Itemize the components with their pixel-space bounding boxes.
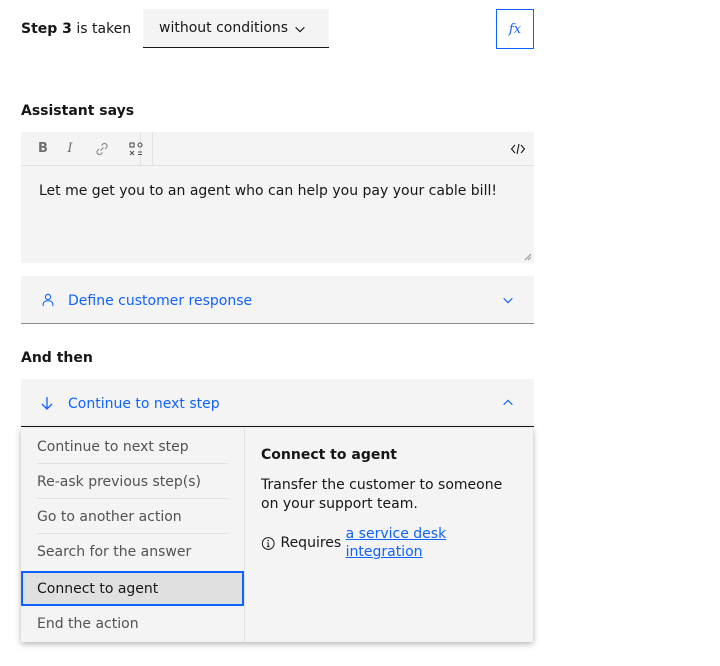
- assistant-message-text[interactable]: Let me get you to an agent who can help …: [39, 182, 497, 200]
- option-label: Search for the answer: [37, 543, 192, 560]
- editor-toolbar: B I: [21, 132, 534, 166]
- info-icon: [261, 536, 275, 550]
- chevron-down-icon: [295, 26, 305, 33]
- option-go-to-another-action[interactable]: Go to another action: [21, 499, 244, 534]
- step-label-rest: is taken: [71, 21, 132, 37]
- italic-button[interactable]: I: [54, 132, 86, 165]
- condition-select[interactable]: without conditions: [143, 9, 329, 48]
- option-re-ask-previous-steps[interactable]: Re-ask previous step(s): [21, 464, 244, 499]
- option-detail-panel: Connect to agent Transfer the customer t…: [261, 446, 521, 561]
- define-customer-response-label: Define customer response: [68, 293, 253, 309]
- fx-button[interactable]: fx: [496, 9, 534, 49]
- arrow-down-icon: [41, 397, 53, 410]
- code-icon: [510, 143, 526, 154]
- code-view-button[interactable]: [502, 132, 534, 165]
- option-detail-title: Connect to agent: [261, 447, 397, 463]
- define-customer-response[interactable]: Define customer response: [21, 276, 534, 324]
- condition-select-value: without conditions: [159, 20, 289, 36]
- insert-variable-button[interactable]: [120, 132, 152, 165]
- function-icon: fx: [508, 21, 522, 37]
- assistant-says-heading: Assistant says: [21, 103, 135, 119]
- bold-icon: B: [38, 141, 48, 156]
- option-label: Re-ask previous step(s): [37, 473, 202, 490]
- next-step-dropdown[interactable]: Continue to next step: [21, 379, 534, 427]
- step-condition-label: Step 3 is taken: [21, 20, 131, 38]
- option-label: Go to another action: [37, 508, 182, 525]
- service-desk-integration-link[interactable]: a service desk integration: [346, 525, 521, 561]
- and-then-heading: And then: [21, 350, 93, 366]
- option-search-for-the-answer[interactable]: Search for the answer: [21, 534, 244, 569]
- italic-icon: I: [67, 141, 73, 156]
- option-label: Connect to agent: [37, 580, 159, 597]
- option-label: Continue to next step: [37, 438, 189, 455]
- option-continue-to-next-step[interactable]: Continue to next step: [21, 429, 244, 464]
- assistant-message-editor[interactable]: B I Let me get you to an agent who can h…: [21, 132, 534, 263]
- variable-icon: [129, 141, 143, 155]
- chevron-down-icon: [503, 297, 513, 304]
- option-label: End the action: [37, 615, 139, 632]
- user-icon: [42, 293, 54, 307]
- next-step-menu: Continue to next step Re-ask previous st…: [21, 428, 533, 642]
- step-number: Step 3: [21, 21, 72, 37]
- option-detail-description: Transfer the customer to someone on your…: [261, 477, 503, 512]
- next-step-dropdown-value: Continue to next step: [68, 396, 220, 412]
- link-button[interactable]: [86, 132, 118, 165]
- link-icon: [96, 142, 108, 155]
- requirement-prefix: Requires: [280, 535, 346, 551]
- option-requirement: Requires a service desk integration: [261, 525, 521, 561]
- option-connect-to-agent[interactable]: Connect to agent: [21, 571, 244, 606]
- resize-handle-icon[interactable]: [524, 253, 532, 261]
- toolbar-divider: [152, 132, 153, 165]
- chevron-up-icon: [503, 399, 513, 406]
- next-step-options: Continue to next step Re-ask previous st…: [21, 428, 245, 642]
- option-end-the-action[interactable]: End the action: [21, 606, 244, 641]
